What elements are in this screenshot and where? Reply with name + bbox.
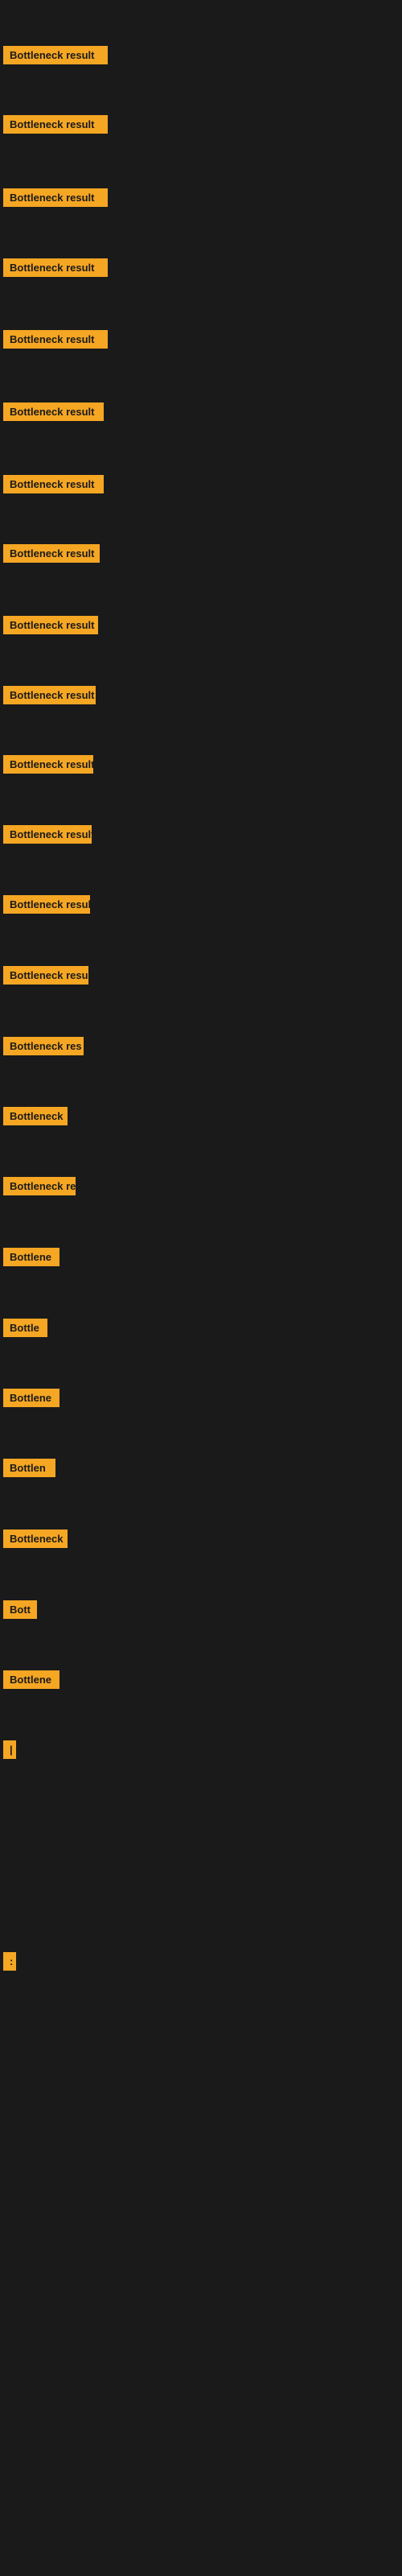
bottleneck-result-item: | — [3, 1740, 16, 1759]
bottleneck-result-item: Bottleneck result — [3, 755, 93, 774]
bottleneck-result-item: Bottleneck result — [3, 402, 104, 421]
bottleneck-result-item: Bottleneck result — [3, 966, 88, 985]
bottleneck-result-item: Bottleneck res — [3, 1037, 84, 1055]
bottleneck-result-item: Bottleneck — [3, 1530, 68, 1548]
bottleneck-result-item: Bottleneck result — [3, 686, 96, 704]
bottleneck-result-item: Bottleneck result — [3, 188, 108, 207]
bottleneck-result-item: Bottlene — [3, 1389, 59, 1407]
bottleneck-result-item: Bottleneck result — [3, 330, 108, 349]
bottleneck-list: Bottleneck result Bottleneck result Bottle… — [0, 0, 402, 2576]
bottleneck-result-item: Bottleneck result — [3, 544, 100, 563]
bottleneck-result-item: Bottleneck result — [3, 475, 104, 493]
bottleneck-result-item: Bottleneck result — [3, 616, 98, 634]
bottleneck-result-item: Bottleneck result — [3, 46, 108, 64]
bottleneck-result-item: Bottle — [3, 1319, 47, 1337]
bottleneck-result-item: Bottleneck re — [3, 1177, 76, 1195]
bottleneck-result-item: Bottleneck — [3, 1107, 68, 1125]
bottleneck-result-item: Bottlen — [3, 1459, 55, 1477]
bottleneck-result-item: Bottleneck result — [3, 825, 92, 844]
bottleneck-result-item: Bottleneck result — [3, 258, 108, 277]
bottleneck-result-item: Bottleneck result — [3, 115, 108, 134]
bottleneck-result-item: Bott — [3, 1600, 37, 1619]
bottleneck-result-item: Bottlene — [3, 1670, 59, 1689]
bottleneck-result-item: Bottlene — [3, 1248, 59, 1266]
bottleneck-result-item: Bottleneck result — [3, 895, 90, 914]
bottleneck-result-item: : — [3, 1952, 16, 1971]
